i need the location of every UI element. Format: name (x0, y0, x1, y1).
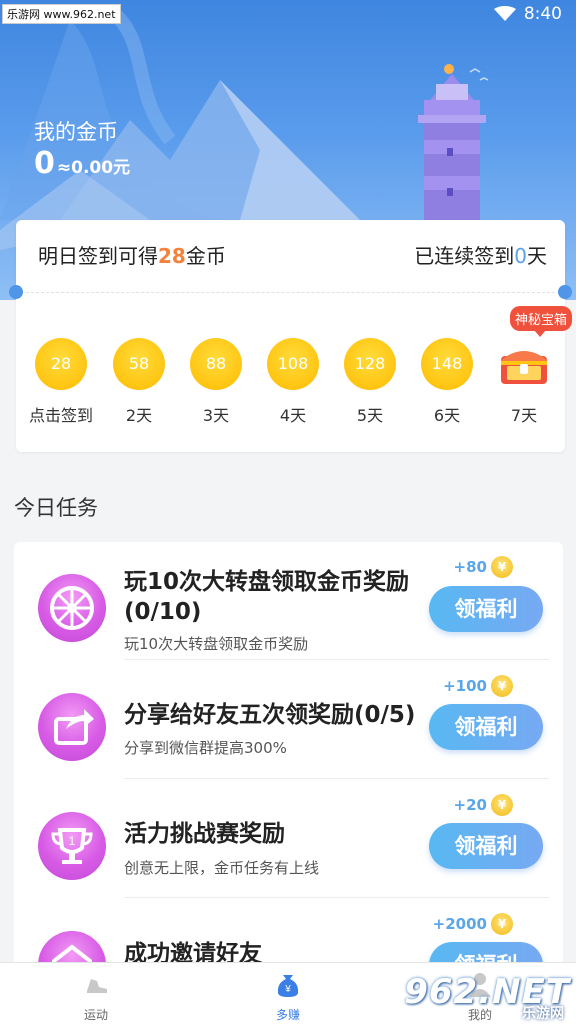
tab-sport[interactable]: 运动 (46, 969, 146, 1023)
status-bar-right: 8:40 (493, 4, 562, 24)
signin-day-7[interactable]: 7天 (486, 338, 562, 426)
svg-text:¥: ¥ (284, 984, 291, 995)
treasure-chest-icon (501, 351, 547, 384)
signin-day-4[interactable]: 108 4天 (255, 338, 331, 426)
signin-day-5[interactable]: 128 5天 (332, 338, 408, 426)
reward-amount: +100 (443, 677, 487, 695)
coin-icon: 128 (344, 338, 396, 390)
streak-days: 0 (514, 244, 527, 268)
streak-text: 已连续签到0天 (414, 240, 547, 269)
day-label: 5天 (356, 406, 384, 425)
day-label: 2天 (125, 406, 153, 425)
divider (124, 778, 549, 779)
tab-earn-more[interactable]: ¥ 多赚 (238, 969, 338, 1023)
tomorrow-suffix: 金币 (185, 244, 226, 268)
coin-balance-label: 我的金币 (34, 120, 118, 144)
mystery-box-badge: 神秘宝箱 (510, 306, 573, 337)
tomorrow-prefix: 明日签到可得 (38, 244, 158, 268)
task-title: 分享给好友五次领奖励(0/5) (124, 702, 416, 728)
coin-cash-value: ≈0.00元 (56, 158, 131, 178)
coin-icon: 88 (190, 338, 242, 390)
day-label: 7天 (510, 406, 538, 425)
streak-suffix: 天 (527, 244, 547, 268)
streak-prefix: 已连续签到 (414, 244, 515, 268)
divider (26, 292, 555, 293)
claim-button[interactable]: 领福利 (429, 704, 543, 750)
task-item-challenge: 1 活力挑战赛奖励 创意无上限，金币任务有上线 +20 ¥ 领福利 (14, 780, 563, 898)
divider (124, 659, 549, 660)
day-label: 3天 (202, 406, 230, 425)
coin-icon: ¥ (491, 913, 513, 935)
coin-icon: 108 (267, 338, 319, 390)
coin-icon: 28 (35, 338, 87, 390)
coin-balance-value: 0 (34, 146, 55, 181)
task-title: 活力挑战赛奖励 (124, 821, 285, 847)
coin-balance: 0 ≈0.00元 (34, 146, 130, 181)
task-item-wheel: 玩10次大转盘领取金币奖励(0/10) 玩10次大转盘领取金币奖励 +80 ¥ … (14, 542, 563, 660)
section-title-tasks: 今日任务 (14, 496, 98, 520)
shoe-icon (87, 979, 107, 993)
task-title: 玩10次大转盘领取金币奖励(0/10) (124, 569, 410, 625)
signin-days: 28 点击签到 58 2天 88 3天 108 4天 128 5天 148 6天 (16, 338, 565, 428)
coin-icon: 58 (113, 338, 165, 390)
reward-amount: +80 (453, 558, 487, 576)
task-item-share: 分享给好友五次领奖励(0/5) 分享到微信群提高300% +100 ¥ 领福利 (14, 661, 563, 779)
day-label: 4天 (279, 406, 307, 425)
signin-day-1[interactable]: 28 点击签到 (23, 338, 99, 426)
task-reward: +2000 ¥ (433, 913, 513, 935)
tomorrow-amount: 28 (158, 244, 186, 268)
brand-watermark-sub: 乐游网 (522, 1006, 564, 1022)
task-subtitle: 玩10次大转盘领取金币奖励 (124, 635, 309, 653)
coin-icon: ¥ (491, 794, 513, 816)
task-reward: +80 ¥ (454, 556, 513, 578)
day-label: 6天 (433, 406, 461, 425)
site-watermark: 乐游网 www.962.net (2, 4, 121, 24)
signin-day-3[interactable]: 88 3天 (178, 338, 254, 426)
card-notch-right (558, 285, 572, 299)
wifi-icon (493, 6, 516, 21)
coin-icon: ¥ (491, 675, 513, 697)
tab-label: 多赚 (275, 1008, 300, 1022)
share-icon (38, 693, 106, 761)
reward-amount: +2000 (432, 915, 487, 933)
signin-day-2[interactable]: 58 2天 (101, 338, 177, 426)
task-reward: +20 ¥ (454, 794, 513, 816)
signin-summary: 明日签到可得28金币 已连续签到0天 (16, 220, 565, 292)
task-list: 玩10次大转盘领取金币奖励(0/10) 玩10次大转盘领取金币奖励 +80 ¥ … (14, 542, 563, 972)
task-subtitle: 创意无上限，金币任务有上线 (124, 859, 320, 877)
claim-button[interactable]: 领福利 (429, 823, 543, 869)
task-reward: +100 ¥ (443, 675, 513, 697)
coin-icon: 148 (421, 338, 473, 390)
day-label: 点击签到 (28, 406, 93, 425)
tomorrow-reward-text: 明日签到可得28金币 (38, 240, 226, 269)
trophy-icon: 1 (38, 812, 106, 880)
card-notch-left (9, 285, 23, 299)
task-subtitle: 分享到微信群提高300% (124, 739, 287, 757)
reward-amount: +20 (453, 796, 487, 814)
claim-button[interactable]: 领福利 (429, 586, 543, 632)
tab-label: 运动 (83, 1008, 108, 1022)
signin-day-6[interactable]: 148 6天 (409, 338, 485, 426)
svg-text:1: 1 (69, 834, 76, 848)
wheel-icon (38, 574, 106, 642)
money-bag-icon: ¥ (277, 975, 299, 997)
status-time: 8:40 (523, 4, 562, 24)
coin-icon: ¥ (491, 556, 513, 578)
signin-card: 明日签到可得28金币 已连续签到0天 神秘宝箱 28 点击签到 58 2天 88… (9, 220, 573, 452)
divider (124, 897, 549, 898)
